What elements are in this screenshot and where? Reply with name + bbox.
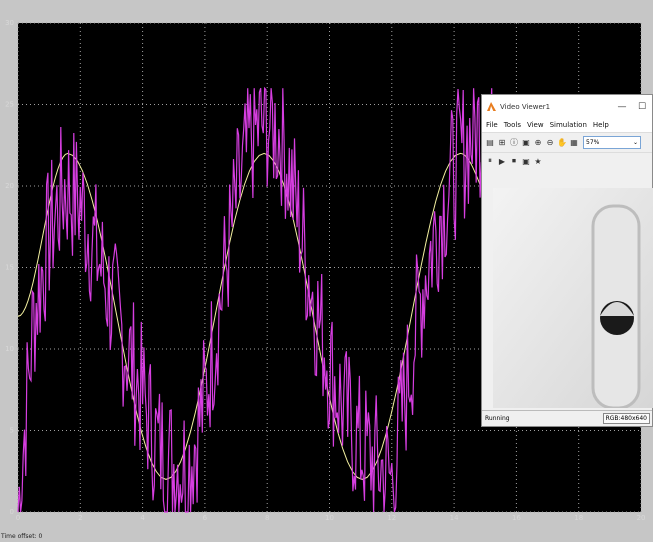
menu-view[interactable]: View <box>527 121 544 129</box>
menu-help[interactable]: Help <box>593 121 609 129</box>
info-icon[interactable]: ⓘ <box>509 138 519 148</box>
viewer-titlebar[interactable]: Video Viewer1 — ☐ <box>482 95 652 118</box>
zoom-value: 57% <box>586 139 600 146</box>
zoom-in-icon[interactable]: ⊕ <box>533 138 543 148</box>
x-tick-label: 12 <box>387 514 396 522</box>
rgb-info: RGB:480x640 <box>602 413 650 424</box>
x-tick-label: 18 <box>574 514 583 522</box>
viewer-toolbar: ▤ ⊞ ⓘ ▣ ⊕ ⊖ ✋ ▦ 57% ⌄ <box>482 133 652 153</box>
x-tick-label: 6 <box>203 514 208 522</box>
pan-hand-icon[interactable]: ✋ <box>557 138 567 148</box>
step-icon[interactable]: ▶ <box>497 156 507 166</box>
status-text: Running <box>485 415 510 422</box>
stop-icon[interactable]: ⏹ <box>509 156 519 166</box>
snapshot-icon[interactable]: ▣ <box>521 156 531 166</box>
x-tick-label: 8 <box>265 514 269 522</box>
matlab-icon <box>487 102 496 111</box>
y-tick-label: 20 <box>5 182 14 190</box>
y-tick-label: 5 <box>10 427 14 435</box>
viewer-playback-toolbar: ⏸ ▶ ⏹ ▣ ★ <box>482 153 652 169</box>
highlight-block-icon[interactable]: ★ <box>533 156 543 166</box>
y-tick-label: 0 <box>10 508 14 516</box>
menu-tools[interactable]: Tools <box>504 121 521 129</box>
y-tick-label: 10 <box>5 345 14 353</box>
x-tick-label: 4 <box>140 514 145 522</box>
zoom-select[interactable]: 57% ⌄ <box>583 136 641 149</box>
maintain-fit-icon[interactable]: ▦ <box>569 138 579 148</box>
x-tick-label: 14 <box>450 514 459 522</box>
fit-icon[interactable]: ▣ <box>521 138 531 148</box>
x-tick-label: 20 <box>637 514 646 522</box>
x-tick-label: 10 <box>325 514 334 522</box>
y-tick-label: 25 <box>5 101 14 109</box>
menu-file[interactable]: File <box>486 121 498 129</box>
minimize-icon[interactable]: — <box>612 102 632 112</box>
menu-simulation[interactable]: Simulation <box>550 121 587 129</box>
x-tick-label: 16 <box>512 514 521 522</box>
x-tick-label: 0 <box>16 514 20 522</box>
x-tick-label: 2 <box>78 514 82 522</box>
y-tick-label: 15 <box>5 264 14 272</box>
video-viewer-window[interactable]: Video Viewer1 — ☐ File Tools View Simula… <box>481 94 653 427</box>
chevron-down-icon: ⌄ <box>632 139 638 146</box>
viewer-title: Video Viewer1 <box>500 102 551 111</box>
maximize-icon[interactable]: ☐ <box>632 102 652 112</box>
viewer-statusbar: Running RGB:480x640 <box>482 410 652 426</box>
video-image <box>493 188 653 408</box>
time-offset-label: Time offset: 0 <box>1 533 43 540</box>
y-tick-label: 30 <box>5 19 14 27</box>
viewer-menubar: File Tools View Simulation Help <box>482 118 652 133</box>
video-frame <box>493 188 653 408</box>
print-icon[interactable]: ▤ <box>485 138 495 148</box>
export-icon[interactable]: ⊞ <box>497 138 507 148</box>
pause-icon[interactable]: ⏸ <box>485 156 495 166</box>
zoom-out-icon[interactable]: ⊖ <box>545 138 555 148</box>
